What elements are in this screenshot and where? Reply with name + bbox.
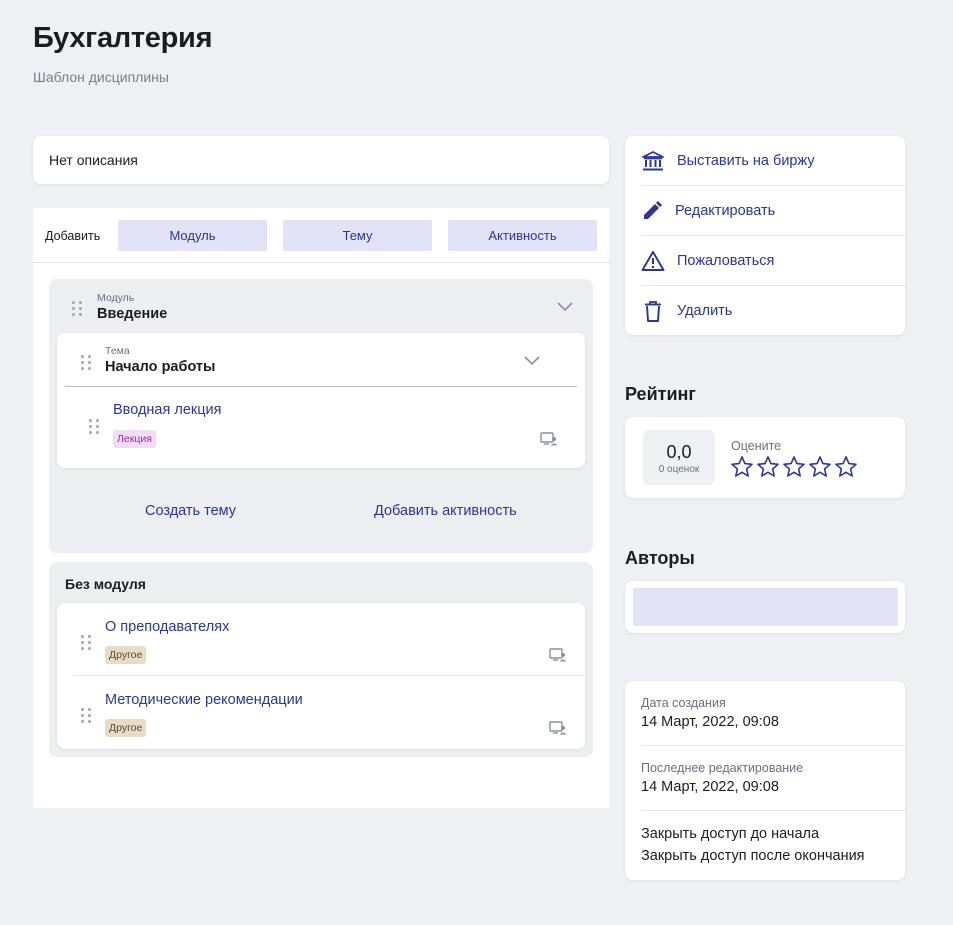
rate-label: Оцените bbox=[731, 439, 782, 453]
chevron-down-icon[interactable] bbox=[523, 355, 541, 367]
publish-label: Выставить на биржу bbox=[677, 152, 815, 169]
actions-card: Выставить на биржу Редактировать Пожалов… bbox=[625, 136, 905, 335]
add-topic-button[interactable]: Тему bbox=[283, 220, 432, 251]
drag-handle-icon[interactable] bbox=[89, 419, 99, 434]
topic-card: Тема Начало работы Вводная лекция Лекция bbox=[57, 333, 585, 468]
activity-type-badge: Другое bbox=[105, 719, 147, 737]
star-icon[interactable] bbox=[834, 455, 858, 479]
drag-handle-icon[interactable] bbox=[81, 635, 91, 650]
publish-button[interactable]: Выставить на биржу bbox=[641, 136, 905, 186]
page-title: Бухгалтерия bbox=[33, 22, 213, 54]
pencil-icon bbox=[644, 200, 662, 219]
rating-score: 0,0 bbox=[666, 442, 692, 462]
module-label: Модуль bbox=[97, 292, 135, 304]
screen-user-icon bbox=[540, 432, 558, 446]
divider bbox=[641, 745, 905, 746]
divider bbox=[641, 810, 905, 811]
access-after-toggle[interactable]: Закрыть доступ после окончания bbox=[641, 848, 865, 864]
chevron-down-icon[interactable] bbox=[556, 301, 574, 313]
add-label: Добавить bbox=[45, 229, 101, 243]
edit-button[interactable]: Редактировать bbox=[641, 186, 905, 236]
delete-label: Удалить bbox=[677, 303, 733, 319]
rating-card: 0,0 0 оценок Оцените bbox=[625, 417, 905, 498]
created-value: 14 Март, 2022, 09:08 bbox=[641, 714, 779, 730]
drag-handle-icon[interactable] bbox=[81, 355, 91, 370]
page-subtitle: Шаблон дисциплины bbox=[33, 69, 169, 85]
star-icon[interactable] bbox=[808, 455, 832, 479]
warning-icon bbox=[641, 250, 665, 271]
authors-placeholder bbox=[633, 588, 898, 626]
add-module-button[interactable]: Модуль bbox=[118, 220, 267, 251]
drag-handle-icon[interactable] bbox=[81, 708, 91, 723]
add-activity-button[interactable]: Активность bbox=[448, 220, 597, 251]
screen-user-icon bbox=[549, 648, 567, 662]
rating-score-box: 0,0 0 оценок bbox=[643, 430, 715, 485]
list-item[interactable]: О преподавателях Другое bbox=[73, 603, 585, 676]
meta-card: Дата создания 14 Март, 2022, 09:08 После… bbox=[625, 681, 905, 880]
rating-title: Рейтинг bbox=[625, 384, 696, 404]
edited-value: 14 Март, 2022, 09:08 bbox=[641, 779, 779, 795]
rating-count: 0 оценок bbox=[658, 464, 700, 475]
created-label: Дата создания bbox=[641, 696, 726, 710]
authors-title: Авторы bbox=[625, 548, 695, 568]
create-topic-link[interactable]: Создать тему bbox=[145, 503, 236, 519]
no-module-title: Без модуля bbox=[65, 576, 146, 592]
edited-label: Последнее редактирование bbox=[641, 761, 804, 775]
description-card: Нет описания bbox=[33, 136, 609, 184]
bank-icon bbox=[642, 150, 664, 170]
list-item[interactable]: Вводная лекция Лекция bbox=[65, 387, 577, 467]
delete-button[interactable]: Удалить bbox=[641, 286, 905, 336]
authors-card bbox=[625, 581, 905, 633]
report-button[interactable]: Пожаловаться bbox=[641, 236, 905, 286]
activity-title-link[interactable]: Методические рекомендации bbox=[105, 692, 303, 708]
edit-label: Редактировать bbox=[675, 202, 776, 219]
activity-type-badge: Лекция bbox=[113, 430, 156, 448]
star-rating[interactable] bbox=[730, 455, 858, 479]
drag-handle-icon[interactable] bbox=[72, 301, 82, 316]
screen-user-icon bbox=[549, 721, 567, 735]
add-toolbar: Добавить Модуль Тему Активность bbox=[33, 208, 609, 263]
trash-icon bbox=[645, 301, 661, 322]
star-icon[interactable] bbox=[756, 455, 780, 479]
activity-title-link[interactable]: О преподавателях bbox=[105, 619, 229, 635]
access-before-toggle[interactable]: Закрыть доступ до начала bbox=[641, 826, 819, 842]
list-item[interactable]: Методические рекомендации Другое bbox=[73, 676, 585, 749]
activity-title-link[interactable]: Вводная лекция bbox=[113, 402, 222, 418]
no-module-list: О преподавателях Другое Методические рек… bbox=[57, 603, 585, 749]
activity-type-badge: Другое bbox=[105, 646, 147, 664]
topic-name: Начало работы bbox=[105, 359, 216, 375]
topic-label: Тема bbox=[105, 345, 130, 357]
module-name: Введение bbox=[97, 306, 168, 322]
module-block: Модуль Введение Тема Начало работы Вводн… bbox=[49, 279, 593, 553]
star-icon[interactable] bbox=[730, 455, 754, 479]
description-text: Нет описания bbox=[49, 152, 138, 168]
report-label: Пожаловаться bbox=[677, 252, 775, 269]
star-icon[interactable] bbox=[782, 455, 806, 479]
no-module-block: Без модуля О преподавателях Другое Метод… bbox=[49, 562, 593, 757]
add-activity-link[interactable]: Добавить активность bbox=[374, 503, 517, 519]
